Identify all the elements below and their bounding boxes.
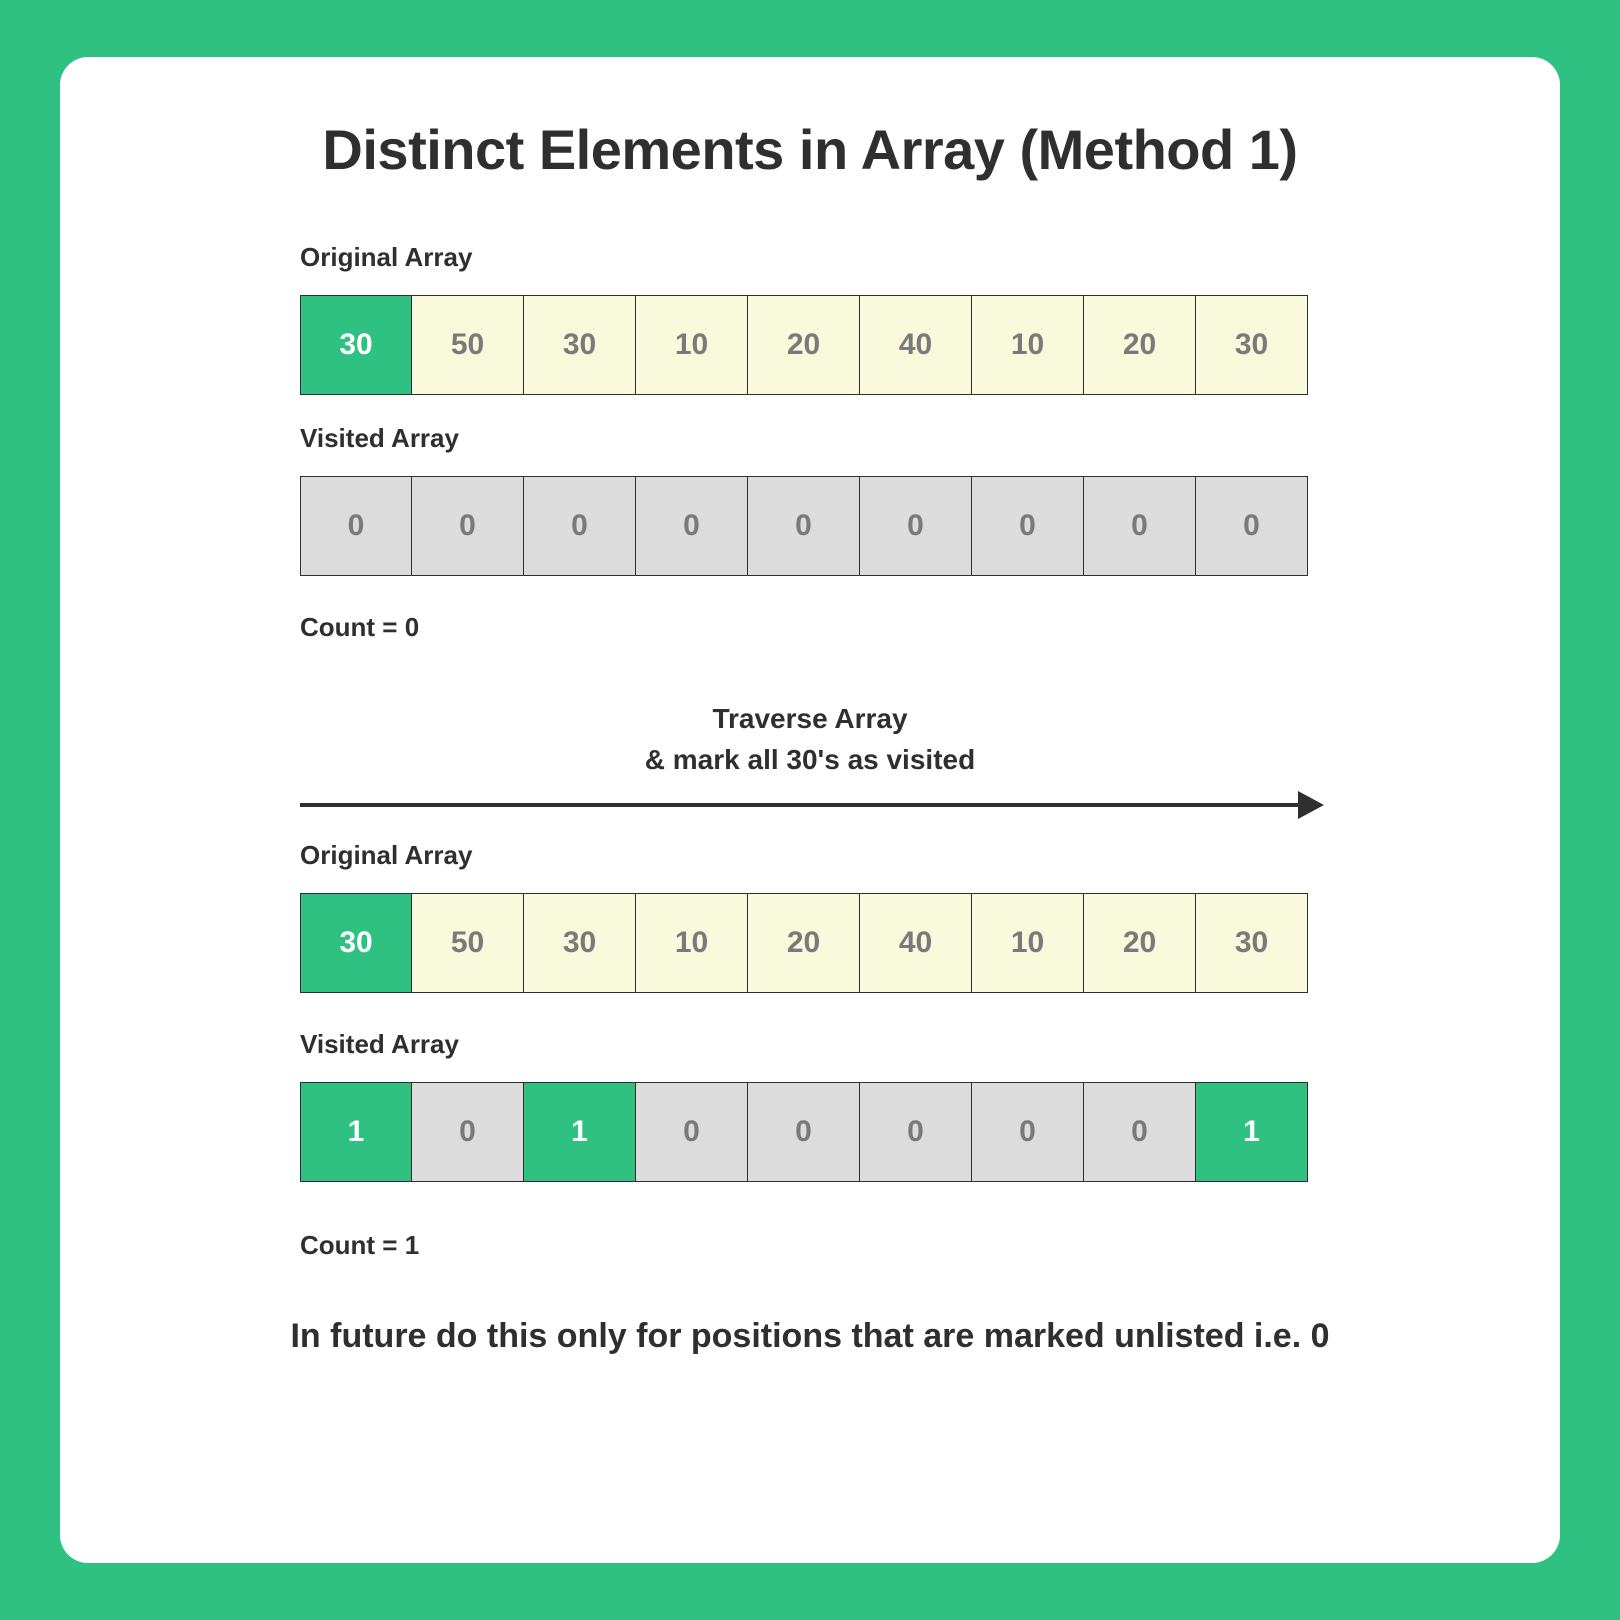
step1-original-section: Original Array 305030102040102030 <box>300 242 1320 395</box>
step1-visited-section: Visited Array 000000000 Count = 0 <box>300 423 1320 643</box>
array-cell: 10 <box>636 893 748 993</box>
array-cell: 0 <box>300 476 412 576</box>
array-cell: 0 <box>860 1082 972 1182</box>
array-cell: 30 <box>300 893 412 993</box>
array-cell: 0 <box>972 1082 1084 1182</box>
array-cell: 0 <box>636 476 748 576</box>
original-array-label: Original Array <box>300 242 1320 273</box>
traverse-line1: Traverse Array <box>712 703 907 734</box>
arrow-line <box>300 803 1306 807</box>
traverse-text: Traverse Array & mark all 30's as visite… <box>300 699 1320 780</box>
visited-array-label-2: Visited Array <box>300 1029 1320 1060</box>
array-cell: 0 <box>748 476 860 576</box>
step1-visited-array: 000000000 <box>300 476 1320 576</box>
array-cell: 20 <box>1084 893 1196 993</box>
traverse-line2: & mark all 30's as visited <box>645 744 975 775</box>
visited-array-label: Visited Array <box>300 423 1320 454</box>
traverse-block: Traverse Array & mark all 30's as visite… <box>300 699 1320 1261</box>
array-cell: 0 <box>972 476 1084 576</box>
traverse-arrow <box>300 790 1320 820</box>
array-cell: 0 <box>636 1082 748 1182</box>
array-cell: 10 <box>972 893 1084 993</box>
arrow-head-icon <box>1298 791 1324 819</box>
array-cell: 30 <box>524 295 636 395</box>
array-cell: 1 <box>300 1082 412 1182</box>
array-cell: 20 <box>748 893 860 993</box>
array-cell: 0 <box>748 1082 860 1182</box>
array-cell: 0 <box>412 476 524 576</box>
array-cell: 10 <box>972 295 1084 395</box>
array-cell: 0 <box>412 1082 524 1182</box>
array-cell: 1 <box>524 1082 636 1182</box>
array-cell: 50 <box>412 893 524 993</box>
step2-original-array: 305030102040102030 <box>300 893 1320 993</box>
array-cell: 0 <box>860 476 972 576</box>
array-cell: 0 <box>524 476 636 576</box>
array-cell: 30 <box>1196 295 1308 395</box>
array-cell: 0 <box>1084 1082 1196 1182</box>
step1-original-array: 305030102040102030 <box>300 295 1320 395</box>
array-cell: 30 <box>300 295 412 395</box>
array-cell: 20 <box>1084 295 1196 395</box>
array-cell: 40 <box>860 295 972 395</box>
array-cell: 0 <box>1084 476 1196 576</box>
array-cell: 30 <box>1196 893 1308 993</box>
array-cell: 20 <box>748 295 860 395</box>
array-cell: 30 <box>524 893 636 993</box>
count-label-1: Count = 1 <box>300 1230 1320 1261</box>
original-array-label-2: Original Array <box>300 840 1320 871</box>
array-cell: 10 <box>636 295 748 395</box>
footer-note: In future do this only for positions tha… <box>126 1317 1494 1356</box>
array-cell: 0 <box>1196 476 1308 576</box>
step2-visited-array: 101000001 <box>300 1082 1320 1182</box>
array-cell: 1 <box>1196 1082 1308 1182</box>
array-cell: 50 <box>412 295 524 395</box>
page-title: Distinct Elements in Array (Method 1) <box>126 117 1494 182</box>
diagram-card: Distinct Elements in Array (Method 1) Or… <box>60 57 1560 1563</box>
array-cell: 40 <box>860 893 972 993</box>
count-label-0: Count = 0 <box>300 612 1320 643</box>
